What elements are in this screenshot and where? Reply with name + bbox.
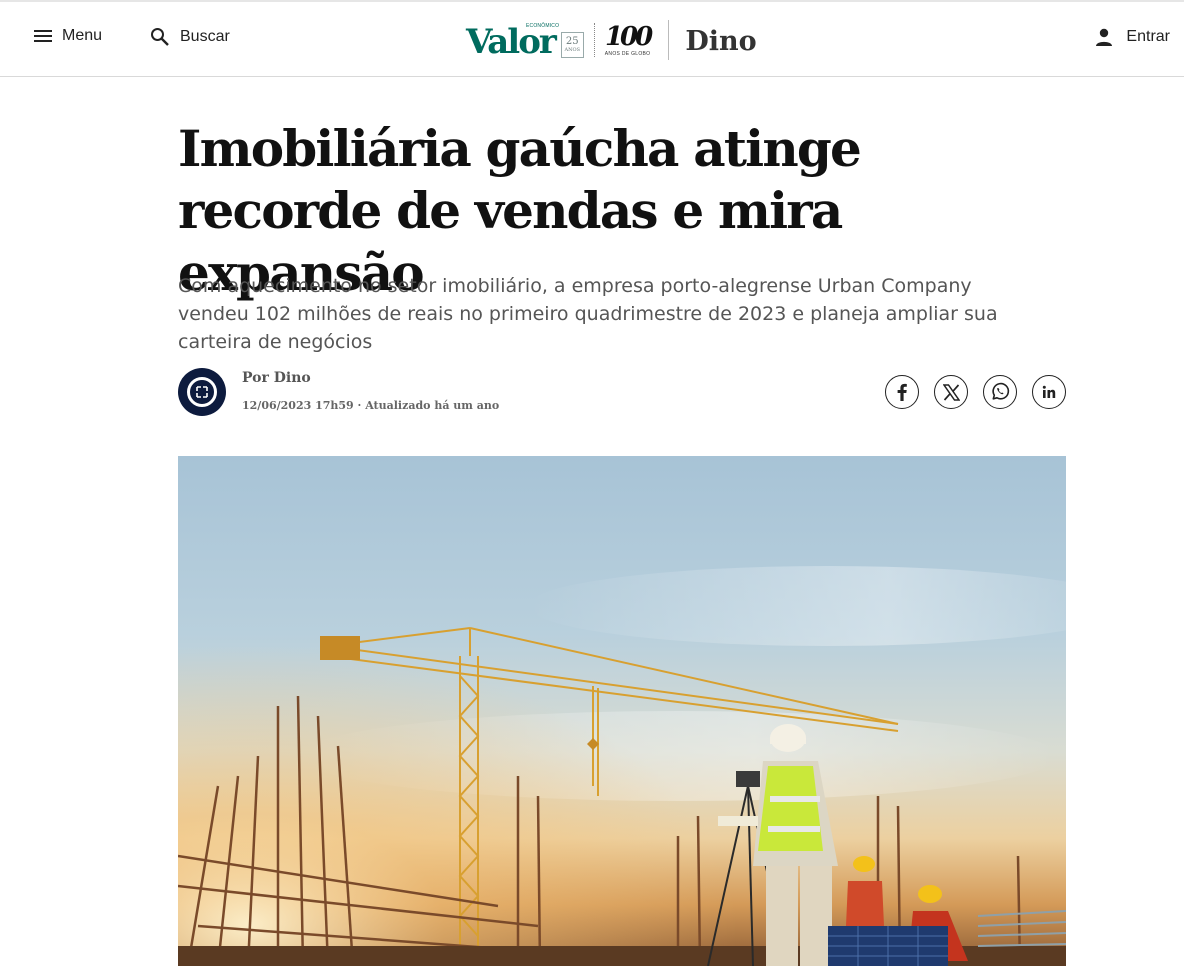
- share-linkedin-button[interactable]: [1032, 375, 1066, 409]
- logo-divider-dotted: [593, 23, 595, 57]
- hamburger-icon: [34, 30, 52, 42]
- search-button[interactable]: Buscar: [150, 27, 230, 47]
- search-icon: [151, 28, 169, 46]
- author-name[interactable]: Por Dino: [242, 370, 311, 386]
- site-logo[interactable]: ECONÔMICO Valor 25 ANOS 100 ANOS DE GLOB…: [466, 16, 757, 64]
- globo-100-logo: 100 ANOS DE GLOBO: [604, 21, 653, 57]
- menu-button[interactable]: Menu: [33, 27, 102, 45]
- publish-date: 12/06/2023 17h59 · Atualizado há um ano: [242, 399, 500, 412]
- whatsapp-icon: [992, 382, 1010, 400]
- facebook-icon: [897, 383, 907, 401]
- dino-logo-icon: [187, 377, 217, 407]
- construction-site-illustration: [178, 456, 1066, 966]
- valor-logo: ECONÔMICO Valor: [466, 23, 559, 59]
- search-label: Buscar: [180, 28, 230, 45]
- globo-100-label: ANOS DE GLOBO: [604, 50, 651, 57]
- byline: Por Dino 12/06/2023 17h59 · Atualizado h…: [178, 368, 1068, 416]
- share-x-button[interactable]: [934, 375, 968, 409]
- globo-100-number: 100: [604, 21, 653, 52]
- valor-25-label: ANOS: [564, 47, 581, 53]
- login-label: Entrar: [1126, 28, 1170, 45]
- section-name-dino[interactable]: Dino: [685, 26, 756, 57]
- valor-25-anos-badge: 25 ANOS: [560, 32, 584, 58]
- valor-25-number: 25: [565, 36, 579, 47]
- user-icon: [1096, 28, 1113, 46]
- share-buttons: [870, 375, 1066, 409]
- logo-divider: [668, 20, 670, 60]
- x-icon: [942, 383, 960, 401]
- dino-mark-icon: [196, 386, 208, 398]
- article-subtitle: Com aquecimento no setor imobiliário, a …: [178, 275, 998, 353]
- valor-logo-text: Valor: [466, 22, 557, 62]
- linkedin-icon: [1042, 385, 1056, 398]
- login-button[interactable]: Entrar: [1094, 27, 1170, 47]
- menu-label: Menu: [62, 27, 103, 44]
- author-avatar[interactable]: [178, 368, 226, 416]
- article-hero-image: [178, 456, 1066, 966]
- share-facebook-button[interactable]: [885, 375, 919, 409]
- share-whatsapp-button[interactable]: [983, 375, 1017, 409]
- site-header: Menu Buscar ECONÔMICO Valor 25 ANOS 100 …: [0, 0, 1184, 77]
